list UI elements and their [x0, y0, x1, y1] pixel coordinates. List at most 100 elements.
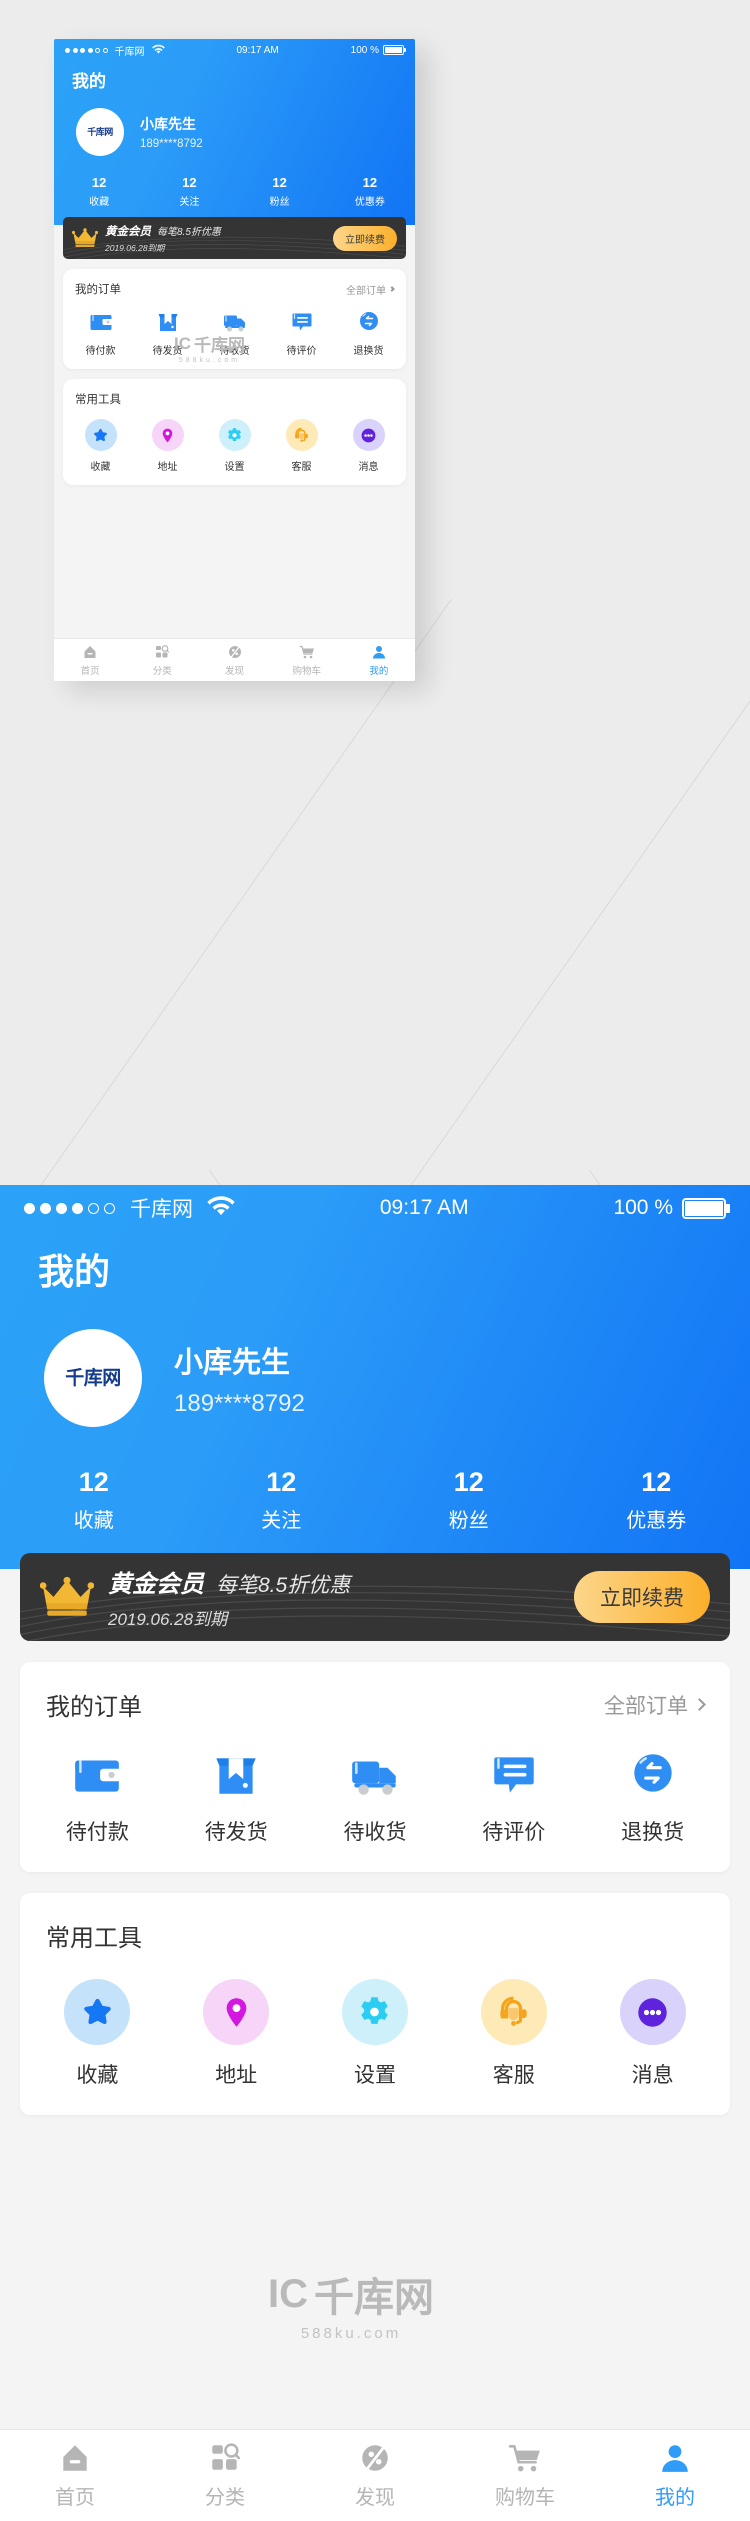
stat-item-favorites[interactable]: 12 收藏: [0, 1467, 188, 1533]
orders-card-title: 我的订单: [46, 1694, 142, 1721]
gear-icon: [226, 427, 243, 444]
all-orders-link[interactable]: 全部订单: [604, 1690, 706, 1720]
tab-home[interactable]: 首页: [0, 2430, 150, 2521]
avatar[interactable]: 千库网: [44, 1329, 142, 1427]
tool-item-favorites[interactable]: 收藏: [67, 419, 134, 473]
order-item-truck[interactable]: 待收货: [306, 1748, 445, 1846]
status-bar: 千库网 09:17 AM 100 %: [0, 1185, 750, 1231]
stat-label: 关注: [179, 197, 200, 208]
tool-item-label: 消息: [358, 462, 379, 473]
tool-item-label: 收藏: [90, 462, 111, 473]
tab-label: 首页: [55, 2487, 95, 2509]
stat-value: 12: [453, 1467, 484, 1497]
page-title: 我的: [72, 72, 106, 91]
stat-value: 12: [266, 1467, 297, 1497]
tool-item-messages[interactable]: 消息: [583, 1979, 722, 2089]
tool-item-messages[interactable]: 消息: [335, 419, 402, 473]
tab-profile[interactable]: 我的: [600, 2430, 750, 2521]
tools-icon-row: 收藏 地址 设置 客服 消息: [63, 407, 406, 485]
order-item-label: 待发货: [152, 346, 183, 357]
order-item-return[interactable]: 退换货: [583, 1748, 722, 1846]
tool-item-label: 地址: [157, 462, 178, 473]
headset-icon: [496, 1995, 531, 2030]
tool-item-address[interactable]: 地址: [134, 419, 201, 473]
battery-percent-label: 100 %: [613, 1196, 673, 1219]
tab-profile[interactable]: 我的: [343, 639, 415, 681]
stat-item[interactable]: 12 收藏: [54, 175, 144, 208]
order-item-wallet[interactable]: 待付款: [28, 1748, 167, 1846]
stat-item-coupons[interactable]: 12 优惠券: [563, 1467, 750, 1533]
renew-button[interactable]: 立即续费: [574, 1571, 710, 1623]
vip-banner[interactable]: 黄金会员 每笔8.5折优惠 2019.06.28到期 立即续费: [63, 217, 406, 259]
stat-item-fans[interactable]: 12 粉丝: [375, 1467, 563, 1533]
tool-item-support[interactable]: 客服: [444, 1979, 583, 2089]
order-item-label: 待付款: [65, 1821, 129, 1844]
stat-item[interactable]: 12 关注: [144, 175, 234, 208]
stat-label: 收藏: [89, 197, 110, 208]
all-orders-label: 全部订单: [604, 1694, 688, 1718]
tab-category[interactable]: 分类: [126, 639, 198, 681]
battery-icon: [682, 1197, 730, 1219]
tab-cart[interactable]: 购物车: [271, 639, 343, 681]
order-item-return[interactable]: 退换货: [335, 309, 402, 357]
watermark-mark: IC: [268, 2271, 308, 2316]
stat-label: 粉丝: [269, 197, 290, 208]
tab-label: 分类: [205, 2487, 245, 2509]
clock-label: 09:17 AM: [379, 1196, 469, 1219]
stat-value: 12: [272, 175, 287, 190]
profile-block: 千库网 小库先生 189****8792: [76, 108, 415, 156]
order-item-truck[interactable]: 待收货: [201, 309, 268, 357]
all-orders-label: 全部订单: [346, 285, 386, 297]
star-icon: [92, 427, 109, 444]
vip-banner[interactable]: 黄金会员 每笔8.5折优惠 2019.06.28到期 立即续费: [20, 1553, 730, 1641]
stat-item-following[interactable]: 12 关注: [188, 1467, 376, 1533]
category-icon: [208, 2441, 242, 2475]
tool-item-label: 客服: [291, 462, 312, 473]
tab-label: 购物车: [495, 2487, 555, 2509]
vip-title: 黄金会员: [105, 225, 151, 238]
tool-item-support[interactable]: 客服: [268, 419, 335, 473]
order-item-package[interactable]: 待发货: [134, 309, 201, 357]
orders-card: 我的订单 全部订单 待付款 待发货 待收货 待评价 退换货: [63, 269, 406, 369]
tab-discover[interactable]: 发现: [300, 2430, 450, 2521]
stat-item[interactable]: 12 粉丝: [235, 175, 325, 208]
stat-value: 12: [641, 1467, 672, 1497]
avatar[interactable]: 千库网: [76, 108, 124, 156]
battery-icon: [383, 45, 406, 55]
wallet-icon: [70, 1748, 124, 1802]
tool-item-settings[interactable]: 设置: [201, 419, 268, 473]
tool-item-label: 客服: [492, 2064, 535, 2087]
order-item-wallet[interactable]: 待付款: [67, 309, 134, 357]
stat-item[interactable]: 12 优惠券: [325, 175, 415, 208]
user-icon: [658, 2441, 692, 2475]
stat-value: 12: [362, 175, 378, 190]
cart-icon: [299, 644, 315, 660]
order-item-package[interactable]: 待发货: [167, 1748, 306, 1846]
profile-block: 千库网 小库先生 189****8792: [44, 1329, 750, 1427]
order-item-comment[interactable]: 待评价: [268, 309, 335, 357]
tab-home[interactable]: 首页: [54, 639, 126, 681]
tab-label: 发现: [355, 2487, 395, 2509]
renew-button[interactable]: 立即续费: [333, 225, 397, 251]
order-item-label: 待评价: [286, 346, 317, 357]
tab-cart[interactable]: 购物车: [450, 2430, 600, 2521]
orders-card: 我的订单 全部订单 待付款 待发货 待收货 待评价 退换货: [20, 1662, 730, 1872]
wallet-icon: [88, 309, 114, 335]
tool-item-favorites[interactable]: 收藏: [28, 1979, 167, 2089]
tool-item-label: 设置: [224, 462, 245, 473]
stat-value: 12: [91, 175, 107, 190]
tool-item-address[interactable]: 地址: [167, 1979, 306, 2089]
order-item-comment[interactable]: 待评价: [444, 1748, 583, 1846]
vip-subtitle: 每笔8.5折优惠: [216, 1574, 351, 1597]
comment-icon: [487, 1748, 541, 1802]
order-item-label: 待评价: [482, 1821, 546, 1844]
tool-item-label: 设置: [353, 2064, 396, 2087]
crown-icon: [39, 1576, 95, 1618]
vip-subtitle: 每笔8.5折优惠: [157, 226, 221, 238]
tool-item-settings[interactable]: 设置: [306, 1979, 445, 2089]
all-orders-link[interactable]: 全部订单: [346, 282, 395, 297]
home-icon: [82, 644, 98, 660]
tab-discover[interactable]: 发现: [198, 639, 270, 681]
stat-label: 优惠券: [354, 197, 385, 208]
tab-category[interactable]: 分类: [150, 2430, 300, 2521]
